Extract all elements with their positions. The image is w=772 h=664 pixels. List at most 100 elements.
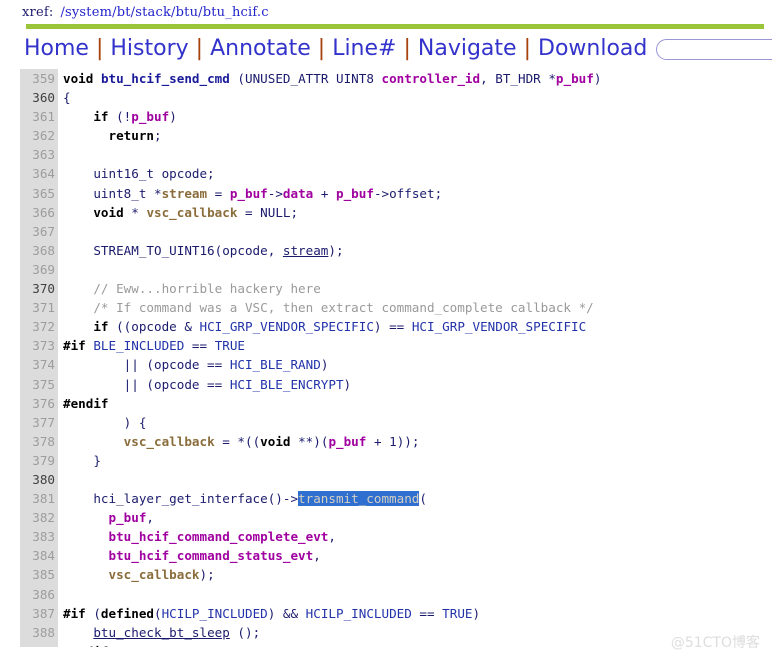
code-token: p_buf [555, 71, 594, 86]
nav-link-history[interactable]: History [110, 38, 188, 60]
line-number[interactable]: 374 [20, 355, 58, 374]
code-token: // Eww...horrible hackery here [63, 281, 321, 297]
code-line: 381 hci_layer_get_interface()->transmit_… [0, 489, 772, 508]
code-line: 388 btu_check_bt_sleep (); [0, 623, 772, 642]
line-content: #if BLE_INCLUDED == TRUE [58, 336, 772, 355]
line-number[interactable]: 380 [20, 470, 58, 489]
nav-link-download[interactable]: Download [538, 38, 647, 60]
line-number[interactable]: 361 [20, 107, 58, 126]
line-number[interactable]: 365 [20, 184, 58, 203]
line-number[interactable]: 364 [20, 164, 58, 183]
line-number[interactable]: 366 [20, 203, 58, 222]
code-token: #endif [63, 395, 109, 411]
line-number[interactable]: 370 [20, 279, 58, 298]
line-number[interactable]: 368 [20, 241, 58, 260]
line-content: #endif [58, 642, 772, 647]
line-content: p_buf, [58, 508, 772, 527]
code-token: ->offset; [373, 185, 443, 201]
code-token: ) [472, 605, 481, 621]
code-token: UNUSED_ATTR UINT8 [245, 71, 382, 86]
code-token: , [328, 529, 336, 545]
code-token: btu_hcif_command_complete_evt [108, 529, 329, 545]
code-token: HCI_BLE_ENCRYPT [229, 376, 344, 392]
line-number[interactable]: 376 [20, 394, 58, 413]
code-token: ); [328, 242, 344, 258]
line-number[interactable]: 360 [20, 88, 58, 107]
line-number[interactable]: 383 [20, 527, 58, 546]
line-number[interactable]: 378 [20, 432, 58, 451]
code-line: 362 return; [0, 126, 772, 145]
code-line: 359 void btu_hcif_send_cmd (UNUSED_ATTR U… [0, 69, 772, 88]
code-token: hci_layer_get_interface()-> [63, 491, 299, 507]
line-content: || (opcode == HCI_BLE_RAND) [58, 355, 772, 374]
code-token: if [93, 319, 109, 335]
xref-label: xref: [22, 4, 54, 20]
code-token: BLE_INCLUDED [93, 338, 185, 354]
code-token: == [184, 338, 215, 354]
code-token: p_buf [229, 185, 268, 201]
code-token: p_buf [131, 109, 170, 125]
symbol-link[interactable]: stream [283, 243, 329, 258]
line-number[interactable]: 371 [20, 298, 58, 317]
line-number[interactable]: 369 [20, 260, 58, 279]
line-number[interactable]: 386 [20, 585, 58, 604]
line-number[interactable]: 377 [20, 413, 58, 432]
xref-path-link[interactable]: /system/bt/stack/btu/btu_hcif.c [60, 5, 268, 20]
code-token: void [93, 204, 124, 220]
line-number[interactable]: 384 [20, 546, 58, 565]
code-line: 389 #endif [0, 642, 772, 647]
line-content: #if (defined(HCILP_INCLUDED) && HCILP_IN… [58, 604, 772, 623]
nav-link-home[interactable]: Home [24, 38, 89, 60]
code-token: ) && [267, 605, 306, 621]
nav-link-linenumber[interactable]: Line# [332, 38, 396, 60]
selected-symbol[interactable]: transmit_command [298, 491, 420, 507]
code-token: + 1)); [366, 433, 420, 449]
nav-link-navigate[interactable]: Navigate [418, 38, 517, 60]
code-token: p_buf [328, 433, 367, 449]
line-number[interactable]: 367 [20, 222, 58, 241]
code-token: TRUE [442, 605, 473, 621]
line-number[interactable]: 379 [20, 451, 58, 470]
line-content: } [58, 451, 772, 470]
line-number[interactable]: 388 [20, 623, 58, 642]
symbol-link[interactable]: btu_check_bt_sleep [93, 625, 229, 640]
code-line: 361 if (!p_buf) [0, 107, 772, 126]
code-line: 363 [0, 145, 772, 164]
code-token: #if [63, 338, 86, 354]
code-token: ((opcode & [108, 319, 200, 335]
line-content: if ((opcode & HCI_GRP_VENDOR_SPECIFIC) =… [58, 317, 772, 336]
code-token: * [123, 204, 147, 220]
line-number[interactable]: 373 [20, 336, 58, 355]
source-code-listing[interactable]: 359 void btu_hcif_send_cmd (UNUSED_ATTR U… [0, 69, 772, 647]
line-number[interactable]: 375 [20, 375, 58, 394]
line-number[interactable]: 359 [20, 69, 58, 88]
code-token: { [63, 90, 71, 106]
line-number[interactable]: 389 [20, 642, 58, 647]
code-token: + [313, 185, 337, 201]
line-number[interactable]: 362 [20, 126, 58, 145]
line-number[interactable]: 363 [20, 145, 58, 164]
nav-separator: | [195, 36, 204, 61]
code-token: || (opcode == [63, 357, 230, 373]
code-token: return [108, 128, 155, 144]
line-content: void * vsc_callback = NULL; [58, 203, 772, 222]
line-number[interactable]: 372 [20, 317, 58, 336]
code-token: ); [199, 567, 215, 583]
line-number[interactable]: 387 [20, 604, 58, 623]
code-token: = [207, 185, 230, 201]
line-number[interactable]: 382 [20, 508, 58, 527]
nav-link-annotate[interactable]: Annotate [210, 38, 311, 60]
code-token: #if [63, 605, 86, 621]
search-input[interactable] [656, 38, 772, 60]
code-token: ( [85, 605, 101, 621]
code-token: p_buf [336, 185, 374, 201]
line-number[interactable]: 385 [20, 565, 58, 584]
line-number[interactable]: 381 [20, 489, 58, 508]
code-token: ) [169, 109, 177, 125]
